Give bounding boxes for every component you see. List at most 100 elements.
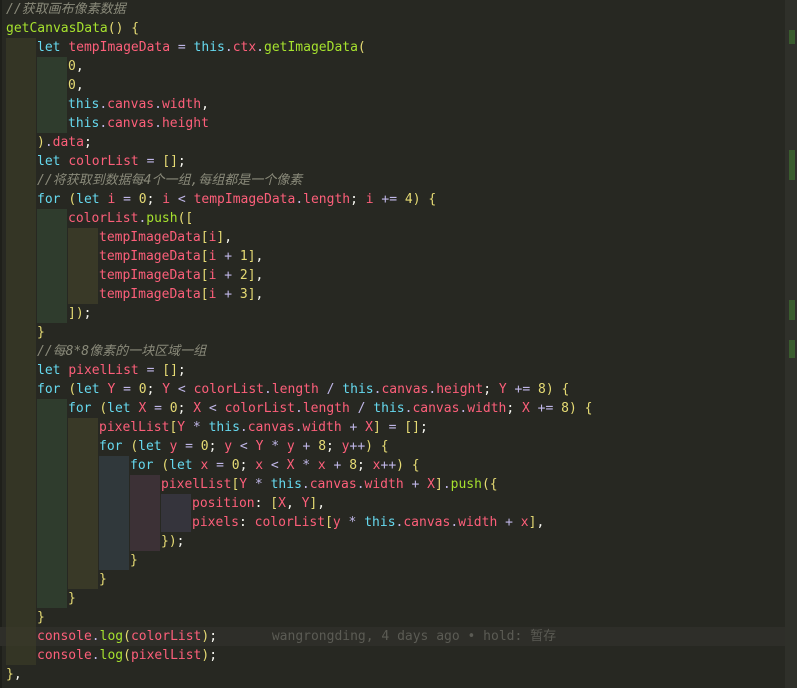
code-line[interactable]: 0,: [0, 76, 797, 95]
code-token: tempImageData: [99, 230, 201, 245]
code-token: ,: [255, 287, 264, 302]
code-token: Y: [177, 420, 186, 435]
code-token: (: [99, 401, 108, 416]
code-token: tempImageData: [99, 268, 201, 283]
code-text: //获取画布像素数据: [6, 0, 126, 19]
code-text: tempImageData[i + 2],: [99, 266, 263, 285]
code-token: .: [256, 40, 264, 55]
code-line[interactable]: //每8*8像素的一块区域一组: [0, 342, 797, 361]
code-line[interactable]: tempImageData[i + 3],: [0, 285, 797, 304]
code-token: log: [99, 648, 124, 663]
indent-guide: [6, 551, 36, 570]
code-token: =: [177, 439, 201, 454]
code-line[interactable]: for (let i = 0; i < tempImageData.length…: [0, 190, 797, 209]
code-line[interactable]: });: [0, 532, 797, 551]
indent-guide: [68, 247, 98, 266]
indent-guide: [6, 418, 36, 437]
code-line[interactable]: let colorList = [];: [0, 152, 797, 171]
indent-guide: [37, 513, 67, 532]
code-line[interactable]: position: [X, Y],: [0, 494, 797, 513]
code-line[interactable]: console.log(colorList); wangrongding, 4 …: [0, 627, 797, 646]
code-token: /: [318, 382, 343, 397]
code-line[interactable]: pixelList[Y * this.canvas.width + X].pus…: [0, 475, 797, 494]
code-line[interactable]: pixelList[Y * this.canvas.width + X] = […: [0, 418, 797, 437]
editor-scrollbar[interactable]: [785, 0, 797, 688]
code-line[interactable]: ).data;: [0, 133, 797, 152]
code-line[interactable]: let pixelList = [];: [0, 361, 797, 380]
code-token: <: [232, 439, 256, 454]
code-line[interactable]: tempImageData[i + 2],: [0, 266, 797, 285]
code-token: let: [169, 458, 201, 473]
code-line[interactable]: let tempImageData = this.ctx.getImageDat…: [0, 38, 797, 57]
code-token: .: [442, 477, 451, 492]
indent-guide: [37, 228, 67, 247]
code-token: .: [450, 515, 459, 530]
code-token: y: [224, 439, 233, 454]
indent-guide: [6, 114, 36, 133]
code-token: []: [162, 363, 178, 378]
code-token: colorList: [68, 154, 139, 169]
code-line[interactable]: }: [0, 608, 797, 627]
code-line[interactable]: }: [0, 570, 797, 589]
code-token: .: [295, 401, 303, 416]
code-text: },: [6, 665, 22, 684]
code-line[interactable]: getCanvasData() {: [0, 19, 797, 38]
code-token: ,: [285, 496, 302, 511]
code-token: =: [170, 40, 194, 55]
code-line[interactable]: }: [0, 551, 797, 570]
code-token: ++: [349, 439, 366, 454]
code-token: pixelList: [161, 477, 232, 492]
indent-guide: [37, 114, 67, 133]
code-token: i: [365, 192, 374, 207]
code-line[interactable]: colorList.push([: [0, 209, 797, 228]
indent-guide: [37, 76, 67, 95]
code-token: ;: [239, 458, 256, 473]
indent-guide: [6, 627, 36, 646]
code-token: .: [301, 477, 310, 492]
code-token: =: [115, 192, 139, 207]
code-line[interactable]: },: [0, 665, 797, 684]
code-token: +: [497, 515, 521, 530]
code-text: pixelList[Y * this.canvas.width + X] = […: [99, 418, 428, 437]
indent-guide: [37, 456, 67, 475]
code-line[interactable]: }: [0, 323, 797, 342]
indent-guide: [37, 399, 67, 418]
code-token: ;: [506, 401, 523, 416]
code-lines[interactable]: //获取画布像素数据 getCanvasData() {let tempImage…: [0, 0, 797, 684]
code-token: ++: [380, 458, 397, 473]
code-line[interactable]: console.log(pixelList);: [0, 646, 797, 665]
code-token: width: [458, 515, 498, 530]
code-line[interactable]: this.canvas.width,: [0, 95, 797, 114]
code-line[interactable]: 0,: [0, 57, 797, 76]
code-line[interactable]: pixels: colorList[y * this.canvas.width …: [0, 513, 797, 532]
code-line[interactable]: //获取画布像素数据: [0, 0, 797, 19]
code-token: this: [342, 382, 374, 397]
indent-guide: [68, 228, 98, 247]
code-line[interactable]: for (let X = 0; X < colorList.length / t…: [0, 399, 797, 418]
code-token: ,: [317, 496, 326, 511]
code-token: <: [170, 192, 194, 207]
code-token: [: [325, 515, 333, 530]
code-token: .: [44, 135, 53, 150]
indent-guide: [99, 551, 129, 570]
code-line[interactable]: tempImageData[i],: [0, 228, 797, 247]
code-token: width: [161, 97, 202, 112]
code-token: (: [161, 458, 170, 473]
code-editor[interactable]: //获取画布像素数据 getCanvasData() {let tempImage…: [0, 0, 797, 688]
code-line[interactable]: //将获取到数据每4个一组,每组都是一个像素: [0, 171, 797, 190]
indent-guide: [68, 494, 98, 513]
code-token: tempImageData: [68, 40, 171, 55]
code-token: //获取画布像素数据: [6, 2, 126, 17]
code-line[interactable]: for (let y = 0; y < Y * y + 8; y++) {: [0, 437, 797, 456]
code-line[interactable]: }: [0, 589, 797, 608]
code-text: tempImageData[i],: [99, 228, 232, 247]
indent-guide: [6, 646, 36, 665]
code-line[interactable]: tempImageData[i + 1],: [0, 247, 797, 266]
code-token: 0: [231, 458, 240, 473]
code-line[interactable]: for (let Y = 0; Y < colorList.length / t…: [0, 380, 797, 399]
code-line[interactable]: ]);: [0, 304, 797, 323]
code-line[interactable]: this.canvas.height: [0, 114, 797, 133]
code-token: .: [295, 192, 304, 207]
indent-guide: [68, 551, 98, 570]
code-line[interactable]: for (let x = 0; x < X * x + 8; x++) {: [0, 456, 797, 475]
